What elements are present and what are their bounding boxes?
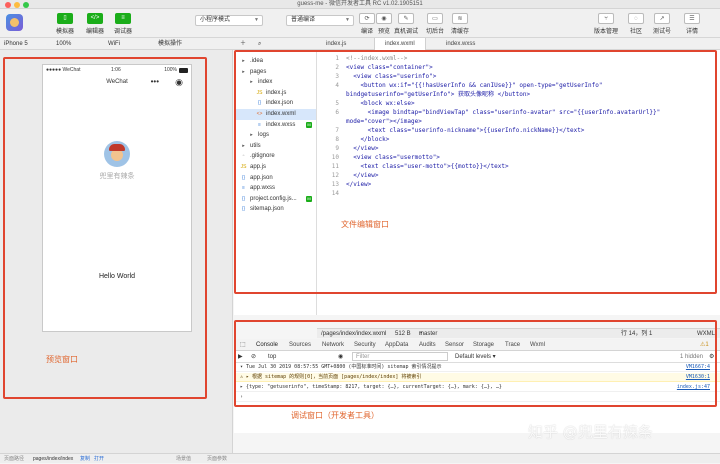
plus-icon[interactable]: ＋ xyxy=(240,38,246,50)
community-button[interactable]: ◌ 社区 xyxy=(623,13,649,35)
editor-window-label: 文件编辑窗口 xyxy=(341,220,389,229)
code-icon: </> xyxy=(87,13,103,24)
tab-index-js[interactable]: index.js xyxy=(316,38,356,50)
zoom-select[interactable]: 100% xyxy=(56,38,71,50)
minimize-window-button[interactable] xyxy=(14,2,20,8)
maximize-window-button[interactable] xyxy=(23,2,29,8)
chevron-down-icon: ▼ xyxy=(345,17,350,23)
external-link-icon: ↗ xyxy=(654,13,670,24)
debugger-toggle-button[interactable]: ≡ 调试器 xyxy=(110,13,136,35)
editor-toggle-button[interactable]: </> 编辑器 xyxy=(82,13,108,35)
network-select[interactable]: WiFi xyxy=(108,38,120,50)
chat-icon: ◌ xyxy=(628,13,644,24)
debug-window-highlight xyxy=(234,320,717,407)
debug-window-label: 调试窗口（开发者工具） xyxy=(291,411,379,420)
window-title: guess-me - 微信开发者工具 RC v1.02.1905151 xyxy=(297,1,423,7)
menu-icon: ☰ xyxy=(684,13,700,24)
test-account-button[interactable]: ↗ 测试号 xyxy=(649,13,675,35)
simulator-toggle-button[interactable]: ▯ 模拟器 xyxy=(52,13,78,35)
sliders-icon: ≡ xyxy=(115,13,131,24)
editor-window-highlight xyxy=(234,50,717,294)
details-button[interactable]: ☰ 详情 xyxy=(679,13,705,35)
app-avatar-icon[interactable] xyxy=(6,14,23,31)
wrench-icon: ✎ xyxy=(398,13,414,24)
search-icon[interactable]: ⌕ xyxy=(258,38,261,50)
mode-select[interactable]: 小程序模式 ▼ xyxy=(195,15,263,26)
sim-ops-select[interactable]: 模拟操作 xyxy=(158,38,182,50)
switch-icon: ▭ xyxy=(427,13,443,24)
main-toolbar: ▯ 模拟器 </> 编辑器 ≡ 调试器 小程序模式 ▼ 普通编译 ▼ ⟳ 编译 ◉ … xyxy=(0,9,720,38)
zhihu-watermark: 知乎 @兜里有辣条 xyxy=(528,423,653,441)
preview-window-label: 预览窗口 xyxy=(46,355,78,364)
chevron-down-icon: ▼ xyxy=(254,17,259,23)
close-window-button[interactable] xyxy=(5,2,11,8)
remote-debug-button[interactable]: ✎ 真机调试 xyxy=(393,13,419,35)
layers-icon: ≋ xyxy=(452,13,468,24)
tab-index-wxss[interactable]: index.wxss xyxy=(436,38,485,50)
clear-cache-button[interactable]: ≋ 清缓存 xyxy=(447,13,473,35)
sub-toolbar: iPhone 5 100% WiFi 模拟操作 ＋ ⌕ index.js ind… xyxy=(0,38,720,50)
phone-icon: ▯ xyxy=(57,13,73,24)
tab-index-wxml[interactable]: index.wxml xyxy=(374,38,426,50)
window-titlebar: guess-me - 微信开发者工具 RC v1.02.1905151 xyxy=(0,0,720,9)
footer-bar: 页面路径 pages/index/index 复制 打开 场景值 页面参数 xyxy=(0,453,720,463)
version-mgmt-button[interactable]: ⑂ 版本管理 xyxy=(593,13,619,35)
preview-window-highlight xyxy=(3,57,207,399)
branch-icon: ⑂ xyxy=(598,13,614,24)
background-button[interactable]: ▭ 切后台 xyxy=(422,13,448,35)
device-select[interactable]: iPhone 5 xyxy=(4,38,28,50)
eye-icon: ◉ xyxy=(376,13,392,24)
compile-select[interactable]: 普通编译 ▼ xyxy=(286,15,354,26)
